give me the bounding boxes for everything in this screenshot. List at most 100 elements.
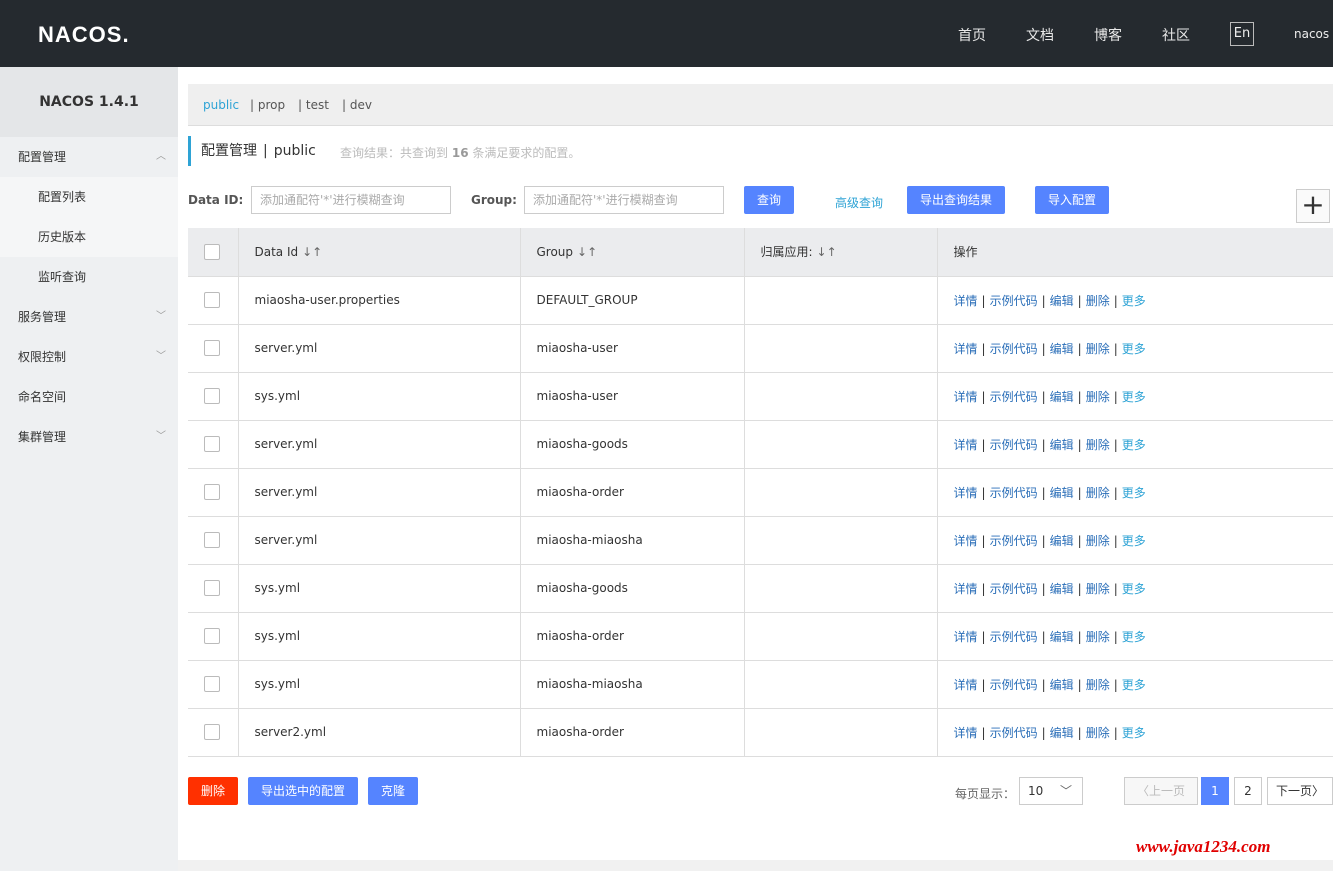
- row-checkbox[interactable]: [204, 628, 220, 644]
- detail-link[interactable]: 详情: [954, 678, 978, 692]
- header-group[interactable]: Group ↓↑: [519, 228, 744, 277]
- namespace-tab-prop[interactable]: | prop: [250, 98, 285, 112]
- sample-code-link[interactable]: 示例代码: [990, 630, 1038, 644]
- delete-link[interactable]: 删除: [1086, 294, 1110, 308]
- sidebar-item-service-mgmt[interactable]: 服务管理 ﹀: [0, 297, 178, 337]
- export-results-button[interactable]: 导出查询结果: [907, 186, 1005, 214]
- sample-code-link[interactable]: 示例代码: [990, 726, 1038, 740]
- sample-code-link[interactable]: 示例代码: [990, 438, 1038, 452]
- delete-link[interactable]: 删除: [1086, 630, 1110, 644]
- sample-code-link[interactable]: 示例代码: [990, 534, 1038, 548]
- row-checkbox[interactable]: [204, 580, 220, 596]
- namespace-tab-test[interactable]: | test: [298, 98, 329, 112]
- edit-link[interactable]: 编辑: [1050, 582, 1074, 596]
- detail-link[interactable]: 详情: [954, 486, 978, 500]
- nav-community[interactable]: 社区: [1162, 25, 1190, 45]
- detail-link[interactable]: 详情: [954, 438, 978, 452]
- detail-link[interactable]: 详情: [954, 342, 978, 356]
- more-link[interactable]: 更多: [1122, 534, 1146, 548]
- sidebar-item-cluster[interactable]: 集群管理 ﹀: [0, 417, 178, 457]
- page-2-button[interactable]: 2: [1234, 777, 1262, 805]
- detail-link[interactable]: 详情: [954, 630, 978, 644]
- edit-link[interactable]: 编辑: [1050, 678, 1074, 692]
- edit-link[interactable]: 编辑: [1050, 726, 1074, 740]
- sidebar-item-namespace[interactable]: 命名空间: [0, 377, 178, 417]
- clone-button[interactable]: 克隆: [368, 777, 418, 805]
- delete-link[interactable]: 删除: [1086, 726, 1110, 740]
- advanced-query-link[interactable]: 高级查询: [835, 194, 883, 211]
- edit-link[interactable]: 编辑: [1050, 390, 1074, 404]
- header-app[interactable]: 归属应用: ↓↑: [743, 228, 937, 277]
- edit-link[interactable]: 编辑: [1050, 486, 1074, 500]
- sort-icon[interactable]: ↓↑: [577, 245, 597, 259]
- row-checkbox[interactable]: [204, 388, 220, 404]
- more-link[interactable]: 更多: [1122, 342, 1146, 356]
- row-checkbox[interactable]: [204, 436, 220, 452]
- edit-link[interactable]: 编辑: [1050, 294, 1074, 308]
- next-page-button[interactable]: 下一页〉: [1267, 777, 1333, 805]
- prev-page-button[interactable]: 〈上一页: [1124, 777, 1198, 805]
- group-search-input[interactable]: [524, 186, 724, 214]
- detail-link[interactable]: 详情: [954, 390, 978, 404]
- more-link[interactable]: 更多: [1122, 438, 1146, 452]
- delete-link[interactable]: 删除: [1086, 390, 1110, 404]
- more-link[interactable]: 更多: [1122, 582, 1146, 596]
- edit-link[interactable]: 编辑: [1050, 342, 1074, 356]
- namespace-tab-dev[interactable]: | dev: [342, 98, 372, 112]
- query-button[interactable]: 查询: [744, 186, 794, 214]
- detail-link[interactable]: 详情: [954, 726, 978, 740]
- row-checkbox[interactable]: [204, 532, 220, 548]
- delete-button[interactable]: 删除: [188, 777, 238, 805]
- row-checkbox[interactable]: [204, 484, 220, 500]
- detail-link[interactable]: 详情: [954, 534, 978, 548]
- row-checkbox[interactable]: [204, 676, 220, 692]
- add-config-button[interactable]: +: [1296, 189, 1330, 223]
- sample-code-link[interactable]: 示例代码: [990, 678, 1038, 692]
- nacos-logo[interactable]: NACOS.: [38, 22, 130, 48]
- delete-link[interactable]: 删除: [1086, 582, 1110, 596]
- nav-home[interactable]: 首页: [958, 25, 986, 45]
- sample-code-link[interactable]: 示例代码: [990, 390, 1038, 404]
- sample-code-link[interactable]: 示例代码: [990, 486, 1038, 500]
- more-link[interactable]: 更多: [1122, 294, 1146, 308]
- edit-link[interactable]: 编辑: [1050, 534, 1074, 548]
- delete-link[interactable]: 删除: [1086, 534, 1110, 548]
- more-link[interactable]: 更多: [1122, 486, 1146, 500]
- page-1-button[interactable]: 1: [1201, 777, 1229, 805]
- sidebar-item-history[interactable]: 历史版本: [0, 217, 178, 257]
- edit-link[interactable]: 编辑: [1050, 438, 1074, 452]
- detail-link[interactable]: 详情: [954, 294, 978, 308]
- sort-icon[interactable]: ↓↑: [817, 245, 837, 259]
- page-size-select[interactable]: 10 ﹀: [1019, 777, 1083, 805]
- sample-code-link[interactable]: 示例代码: [990, 582, 1038, 596]
- import-config-button[interactable]: 导入配置: [1035, 186, 1109, 214]
- row-checkbox[interactable]: [204, 340, 220, 356]
- sidebar-item-permission[interactable]: 权限控制 ﹀: [0, 337, 178, 377]
- row-checkbox[interactable]: [204, 292, 220, 308]
- more-link[interactable]: 更多: [1122, 726, 1146, 740]
- language-toggle-button[interactable]: En: [1230, 22, 1254, 46]
- nav-docs[interactable]: 文档: [1026, 25, 1054, 45]
- sidebar-item-config-list[interactable]: 配置列表: [0, 177, 178, 217]
- delete-link[interactable]: 删除: [1086, 678, 1110, 692]
- export-selected-button[interactable]: 导出选中的配置: [248, 777, 358, 805]
- sidebar-item-listen-query[interactable]: 监听查询: [0, 257, 178, 297]
- delete-link[interactable]: 删除: [1086, 342, 1110, 356]
- dataid-search-input[interactable]: [251, 186, 451, 214]
- delete-link[interactable]: 删除: [1086, 486, 1110, 500]
- edit-link[interactable]: 编辑: [1050, 630, 1074, 644]
- select-all-checkbox[interactable]: [204, 243, 220, 260]
- sample-code-link[interactable]: 示例代码: [990, 294, 1038, 308]
- more-link[interactable]: 更多: [1122, 678, 1146, 692]
- namespace-tab-public[interactable]: public: [203, 98, 239, 112]
- more-link[interactable]: 更多: [1122, 630, 1146, 644]
- user-menu[interactable]: nacos: [1294, 27, 1329, 41]
- nav-blog[interactable]: 博客: [1094, 25, 1122, 45]
- sample-code-link[interactable]: 示例代码: [990, 342, 1038, 356]
- horizontal-scrollbar[interactable]: [178, 860, 1333, 871]
- sort-icon[interactable]: ↓↑: [302, 245, 322, 259]
- header-dataid[interactable]: Data Id ↓↑: [237, 228, 520, 277]
- more-link[interactable]: 更多: [1122, 390, 1146, 404]
- delete-link[interactable]: 删除: [1086, 438, 1110, 452]
- detail-link[interactable]: 详情: [954, 582, 978, 596]
